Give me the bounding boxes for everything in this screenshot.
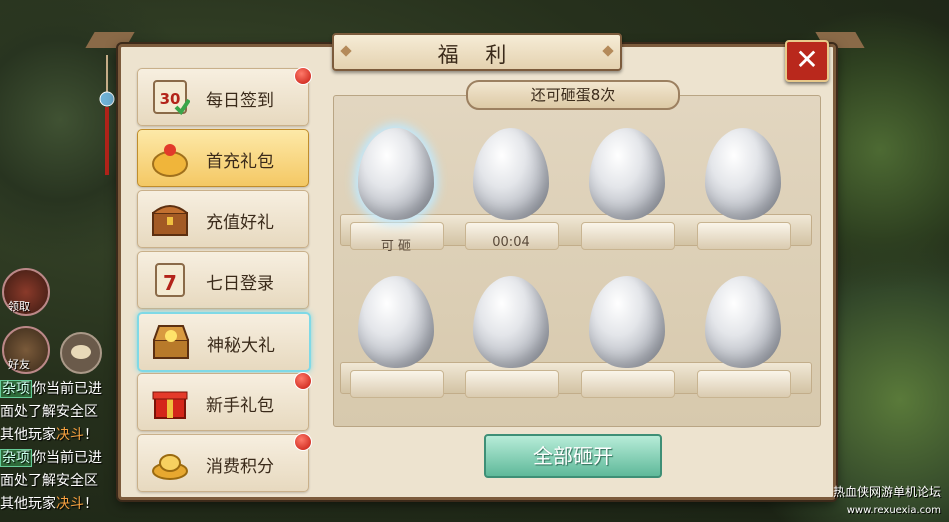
notification-dot-icon <box>294 372 312 390</box>
chat-end: ！ <box>84 496 98 512</box>
sidebar-item-label: 首充礼包 <box>206 152 274 172</box>
chat-tag: 杂项 <box>0 380 32 398</box>
chat-text: 其他玩家 <box>0 427 56 443</box>
chat-text: 面处了解安全区 <box>0 473 98 489</box>
chat-text: 你当前已进 <box>32 450 102 466</box>
egg-pedestal <box>465 370 559 398</box>
svg-text:7: 7 <box>163 271 177 295</box>
remaining-counter: 还可砸蛋8次 <box>466 80 680 110</box>
calendar-7-icon: 7 <box>155 263 185 297</box>
chat-line: 杂项 你当前已进 <box>0 447 124 470</box>
chat-line: 面处了解安全区 <box>0 401 124 424</box>
gold-ingot-icon <box>152 454 188 480</box>
sidebar-item-5[interactable]: 新手礼包 <box>137 372 312 431</box>
chat-text: 其他玩家 <box>0 496 56 512</box>
chat-line: 杂项 你当前已进 <box>0 378 124 401</box>
egg-status: 00:04 <box>492 235 530 250</box>
sidebar-item-1[interactable]: 首充礼包 <box>137 129 309 187</box>
chat-line: 其他玩家决斗！ <box>0 424 124 447</box>
gold-bag-icon <box>152 144 188 177</box>
chat-highlight: 决斗 <box>56 496 84 512</box>
sidebar-item-label: 新手礼包 <box>206 396 274 416</box>
treasure-chest-icon <box>152 205 188 236</box>
notification-dot-icon <box>294 67 312 85</box>
sidebar-item-label: 七日登录 <box>206 274 274 294</box>
egg-pedestal <box>581 370 675 398</box>
left-hud: 领取 好友 杂项 你当前已进 面处了解安全区 其他玩家决斗！ 杂项 你当前已进 面处了解安全… <box>0 0 120 522</box>
egg-pedestal <box>350 370 444 398</box>
sidebar-item-label: 充值好礼 <box>206 213 274 233</box>
sidebar-item-label: 消费积分 <box>206 457 274 477</box>
egg-pedestal <box>581 222 675 250</box>
chat-text: 面处了解安全区 <box>0 404 98 420</box>
sidebar-item-2[interactable]: 充值好礼 <box>137 190 309 248</box>
claim-label: 领取 <box>8 300 30 313</box>
watermark-text: 热血侠网游单机论坛 <box>832 485 941 499</box>
chat-line: 面处了解安全区 <box>0 470 124 493</box>
friends-label: 好友 <box>8 358 30 371</box>
chat-highlight: 决斗 <box>56 427 84 443</box>
close-button[interactable]: ✕ <box>785 40 829 82</box>
watermark-url: www.rexuexia.com <box>846 505 941 516</box>
egg-pedestal <box>697 370 791 398</box>
open-all-button[interactable]: 全部砸开 <box>484 434 662 478</box>
chat-line: 其他玩家决斗！ <box>0 493 124 516</box>
sidebar-item-label: 每日签到 <box>206 91 274 111</box>
title-plate: 福 利 <box>332 33 622 71</box>
sidebar-item-6[interactable]: 消费积分 <box>137 433 312 492</box>
egg-pedestal <box>697 222 791 250</box>
chat-log: 杂项 你当前已进 面处了解安全区 其他玩家决斗！ 杂项 你当前已进 面处了解安全区 其他玩家决… <box>0 378 124 516</box>
chat-tag: 杂项 <box>0 449 32 467</box>
egg-status: 可 砸 <box>380 239 412 254</box>
notification-dot-icon <box>294 433 312 451</box>
calendar-30-icon: 30 <box>153 80 190 116</box>
sidebar-item-label: 神秘大礼 <box>207 336 275 356</box>
sidebar-item-4[interactable]: 神秘大礼 <box>137 312 311 372</box>
chat-end: ！ <box>84 427 98 443</box>
chat-bubble-icon[interactable] <box>60 332 102 374</box>
sidebar-item-0[interactable]: 30 每日签到 <box>137 67 312 126</box>
svg-text:30: 30 <box>160 90 181 108</box>
gift-box-icon <box>152 391 188 419</box>
hanging-ornament-icon <box>99 55 115 175</box>
page-title: 福 利 <box>437 43 517 67</box>
open-chest-icon <box>153 325 189 359</box>
sidebar-item-3[interactable]: 7 七日登录 <box>137 251 309 309</box>
chat-text: 你当前已进 <box>32 381 102 397</box>
